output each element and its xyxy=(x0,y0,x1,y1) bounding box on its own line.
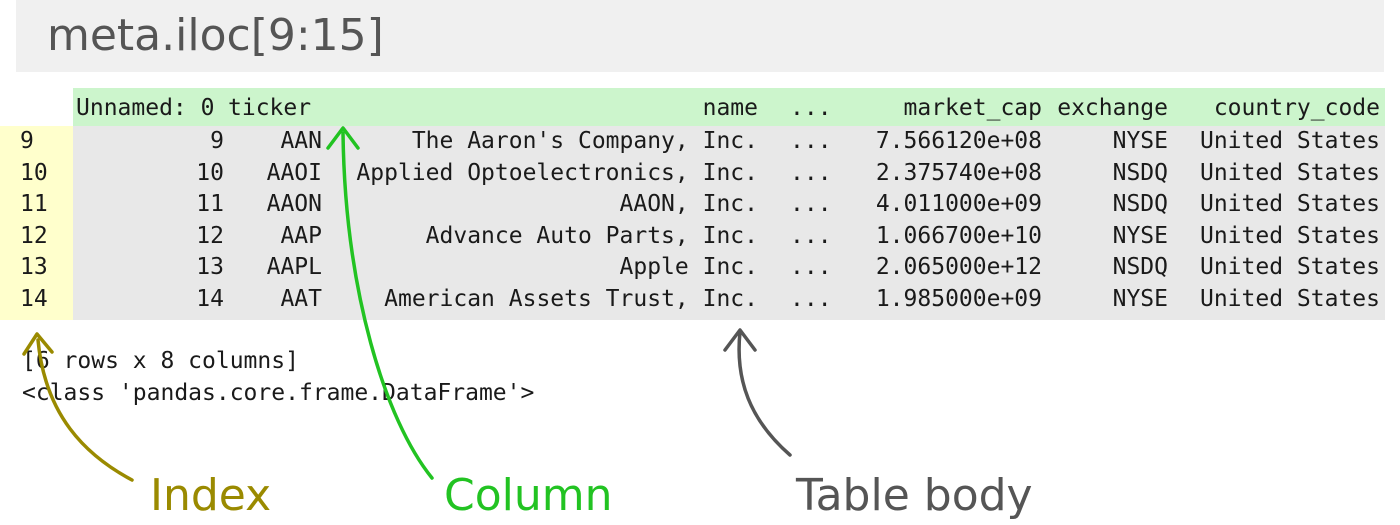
annotation-arrows xyxy=(22,126,792,482)
column-arrow xyxy=(341,131,434,480)
index-annotation-label: Index xyxy=(150,470,272,521)
column-annotation-label: Column xyxy=(444,470,613,521)
table-body-annotation-label: Table body xyxy=(796,470,1033,521)
index-arrow xyxy=(36,338,134,482)
body-arrow xyxy=(737,330,792,457)
